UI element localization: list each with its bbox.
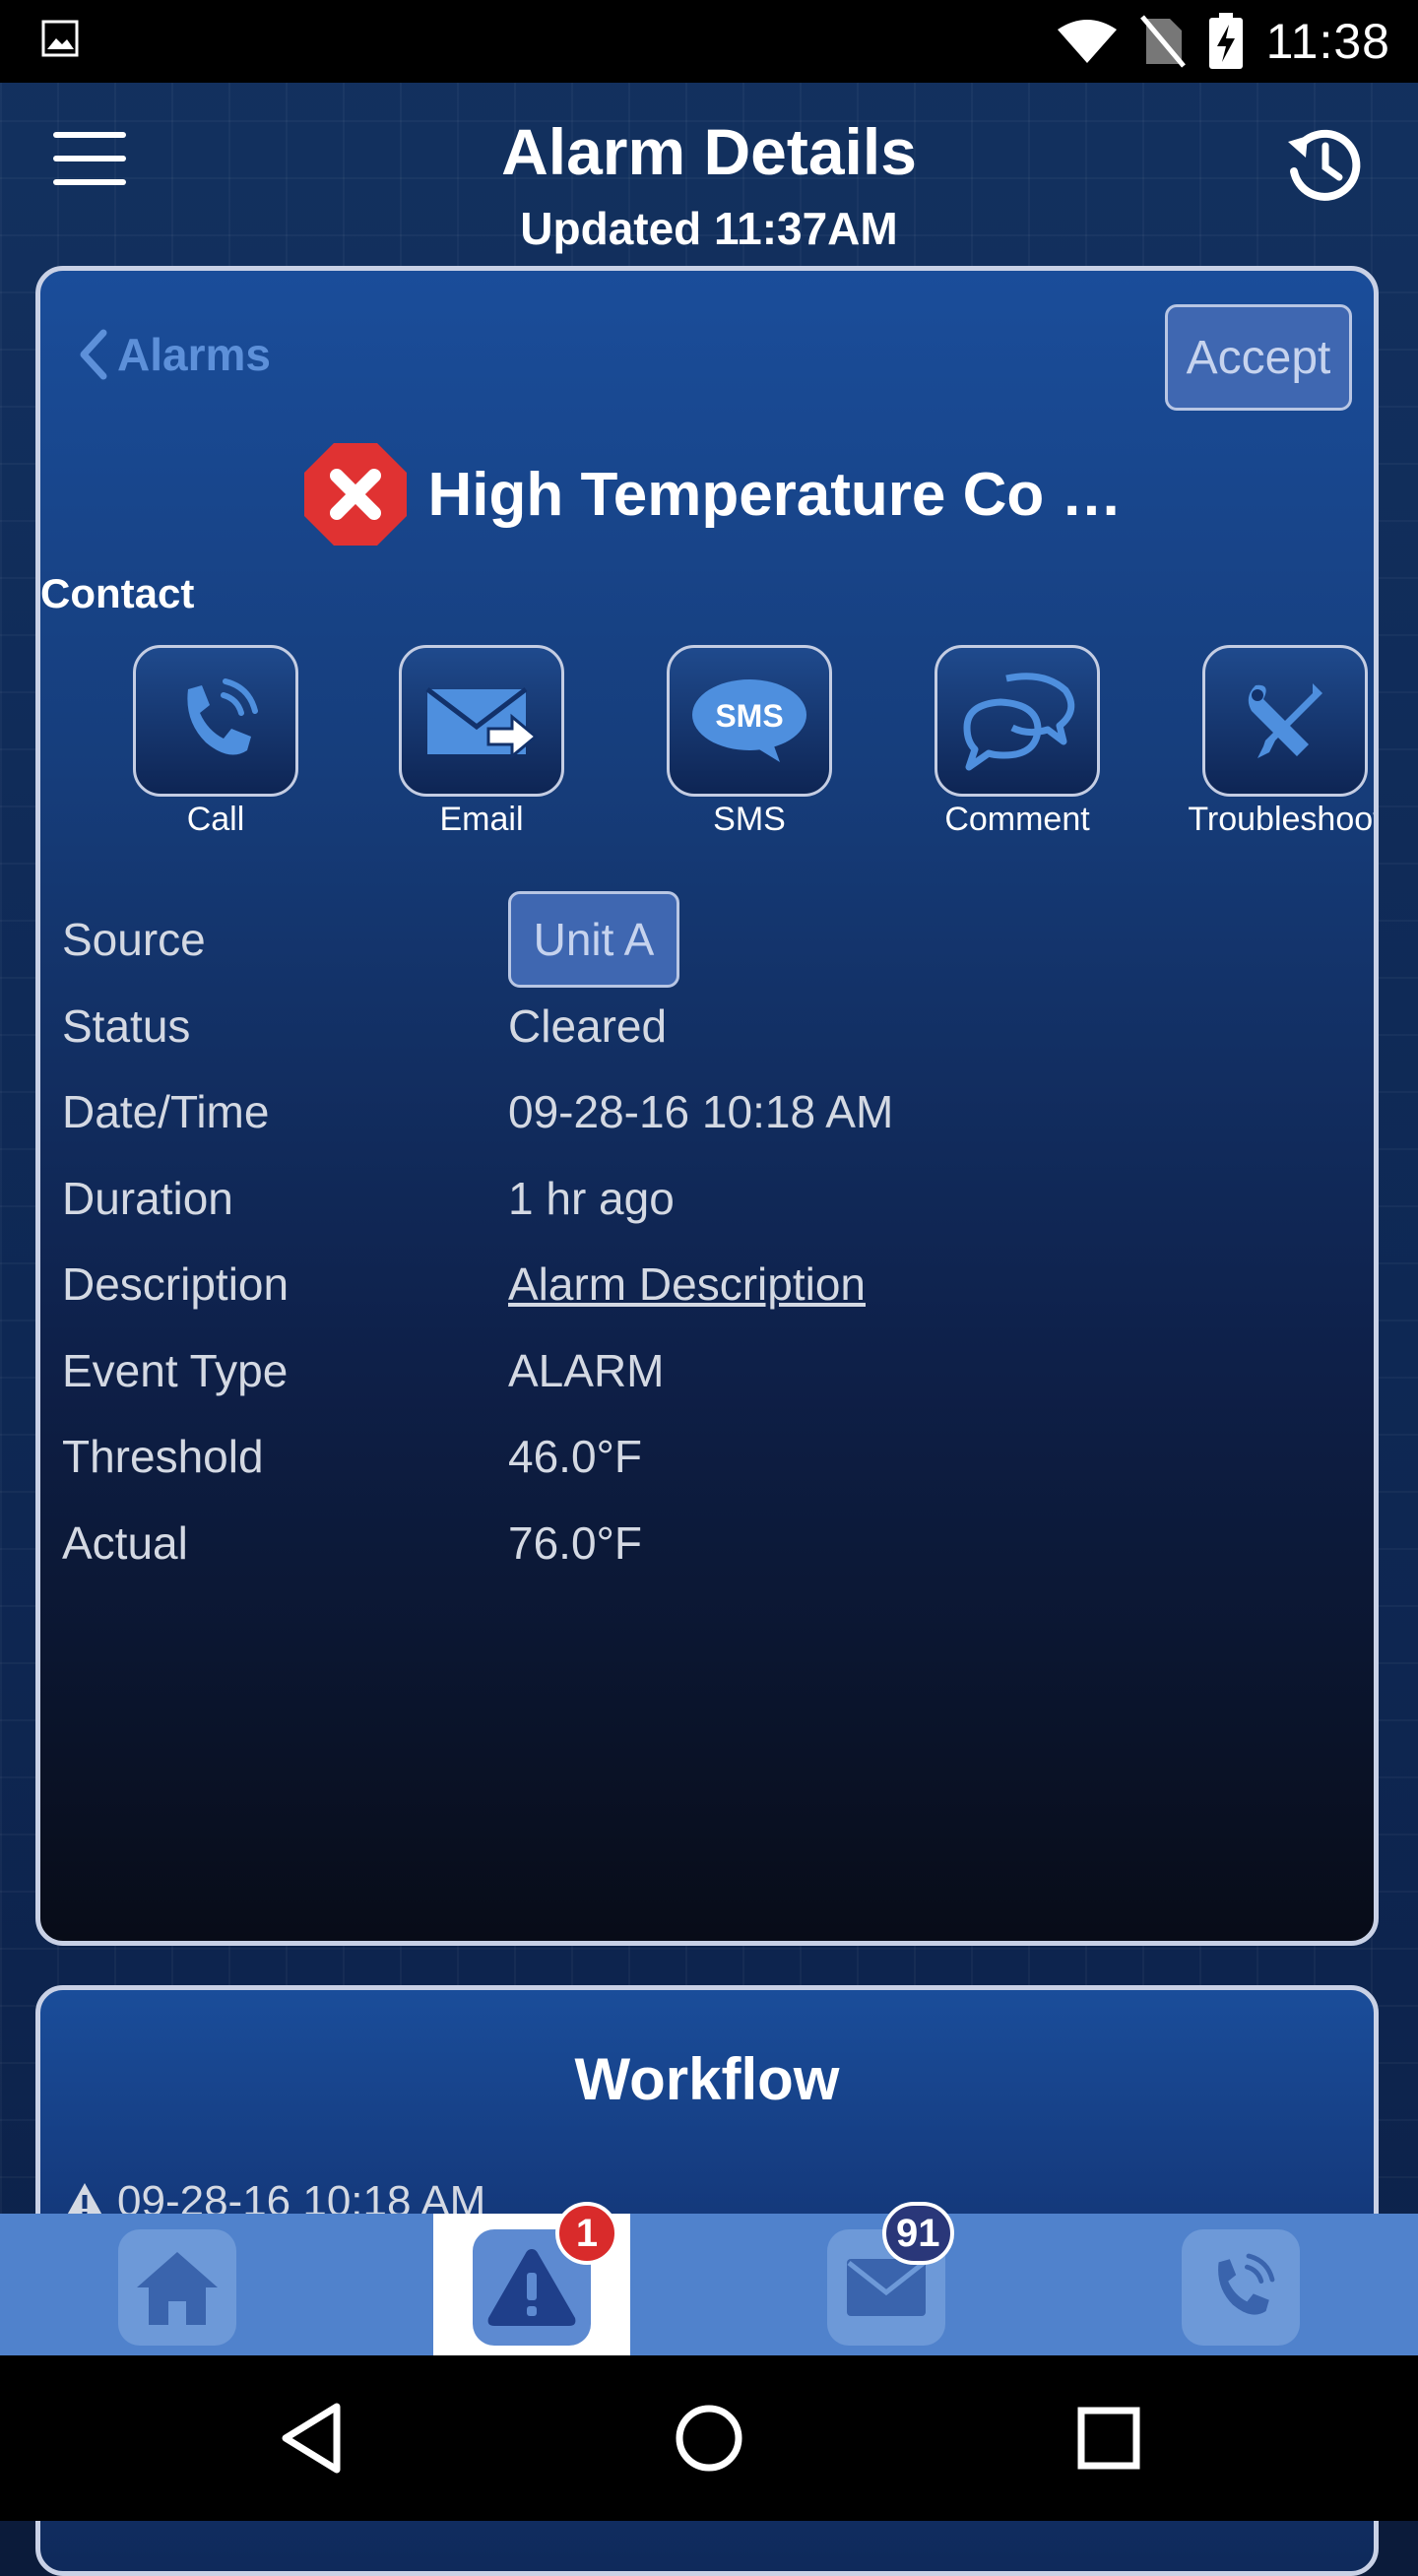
home-icon: [137, 2252, 218, 2325]
detail-row-duration: Duration 1 hr ago: [62, 1156, 1342, 1243]
detail-row-description: Description Alarm Description: [62, 1242, 1342, 1328]
email-label: Email: [439, 801, 524, 838]
status-time: 11:38: [1265, 14, 1390, 69]
detail-row-actual: Actual 76.0°F: [62, 1501, 1342, 1587]
back-to-alarms-link[interactable]: Alarms: [78, 328, 271, 381]
detail-label: Actual: [62, 1516, 188, 1569]
back-icon[interactable]: [272, 2399, 351, 2478]
tab-alarms[interactable]: 1: [433, 2202, 630, 2355]
updated-timestamp: Updated 11:37AM: [520, 203, 898, 254]
detail-value: 76.0°F: [508, 1516, 643, 1569]
tools-icon: [1248, 683, 1322, 758]
phone-icon: [1218, 2253, 1275, 2315]
tab-messages[interactable]: 91: [788, 2202, 985, 2355]
contact-actions: Call Email SMS SMS Comment Troubleshoot: [40, 645, 1379, 842]
detail-label: Date/Time: [62, 1086, 270, 1137]
sms-icon-text: SMS: [715, 698, 783, 734]
detail-value: Cleared: [508, 999, 668, 1052]
troubleshoot-label: Troubleshoot: [1188, 801, 1379, 838]
detail-row-threshold: Threshold 46.0°F: [62, 1414, 1342, 1501]
alarms-count-badge: 1: [555, 2202, 618, 2265]
tab-call[interactable]: [1142, 2214, 1339, 2355]
comment-bubbles-icon: [963, 673, 1075, 771]
email-forward-icon: [425, 687, 539, 760]
contact-heading: Contact: [40, 570, 195, 616]
call-label: Call: [186, 801, 245, 838]
detail-value: 1 hr ago: [508, 1172, 675, 1224]
detail-value: ALARM: [508, 1344, 665, 1396]
detail-row-datetime: Date/Time 09-28-16 10:18 AM: [62, 1069, 1342, 1156]
status-bar: 11:38: [0, 0, 1418, 83]
image-icon: [41, 20, 79, 57]
workflow-title: Workflow: [574, 2046, 840, 2112]
detail-value: 46.0°F: [508, 1431, 643, 1482]
detail-row-status: Status Cleared: [62, 984, 1342, 1070]
alarm-title-row: High Temperature Co …: [40, 440, 1374, 548]
contact-call[interactable]: Call: [107, 645, 324, 839]
source-unit-button[interactable]: Unit A: [508, 891, 679, 988]
contact-comment[interactable]: Comment: [909, 645, 1126, 839]
accept-button[interactable]: Accept: [1165, 304, 1352, 411]
alarm-description-link[interactable]: Alarm Description: [508, 1257, 866, 1311]
messages-count-badge: 91: [882, 2202, 954, 2265]
call-tile: [1182, 2229, 1300, 2346]
system-navigation-bar: [0, 2355, 1418, 2521]
call-button[interactable]: [133, 645, 298, 797]
detail-label: Description: [62, 1258, 290, 1310]
comment-label: Comment: [944, 801, 1090, 838]
back-label: Alarms: [117, 329, 271, 380]
detail-label: Event Type: [62, 1344, 289, 1396]
mail-icon: [847, 2259, 926, 2316]
error-x-icon: [304, 443, 408, 546]
tab-home[interactable]: [79, 2214, 276, 2355]
page-title: Alarm Details: [501, 115, 917, 188]
history-icon[interactable]: [1280, 120, 1369, 209]
contact-email[interactable]: Email: [373, 645, 590, 839]
alarm-title: High Temperature Co …: [427, 460, 1123, 529]
warning-icon: [487, 2249, 576, 2326]
phone-icon: [187, 678, 258, 755]
detail-value: 09-28-16 10:18 AM: [508, 1086, 894, 1137]
chevron-left-icon: [80, 329, 107, 380]
contact-sms[interactable]: SMS SMS: [641, 645, 858, 839]
recents-square-icon[interactable]: [1069, 2399, 1148, 2478]
bottom-tab-bar: 1 91: [0, 2202, 1418, 2355]
sms-label: SMS: [713, 801, 786, 838]
sms-bubble-icon: SMS: [692, 679, 806, 762]
sms-button[interactable]: SMS: [667, 645, 832, 797]
detail-row-event-type: Event Type ALARM: [62, 1328, 1342, 1415]
wifi-icon: [1057, 20, 1117, 63]
troubleshoot-button[interactable]: [1202, 645, 1368, 797]
detail-label: Threshold: [62, 1431, 264, 1482]
detail-row-source: Source Unit A: [62, 891, 1342, 988]
contact-troubleshoot[interactable]: Troubleshoot: [1177, 645, 1379, 839]
detail-label: Duration: [62, 1172, 233, 1224]
detail-label: Status: [62, 999, 191, 1052]
no-sim-icon: [1139, 15, 1186, 68]
home-tile: [118, 2229, 236, 2346]
comment-button[interactable]: [935, 645, 1100, 797]
detail-label: Source: [62, 914, 206, 965]
home-circle-icon[interactable]: [670, 2399, 748, 2478]
alarm-details-card: Alarms Accept High Temperature Co … Cont…: [35, 266, 1379, 1946]
email-button[interactable]: [399, 645, 564, 797]
alarm-details-list: Source Unit A Status Cleared Date/Time 0…: [62, 891, 1342, 1587]
battery-charging-icon: [1208, 13, 1243, 69]
